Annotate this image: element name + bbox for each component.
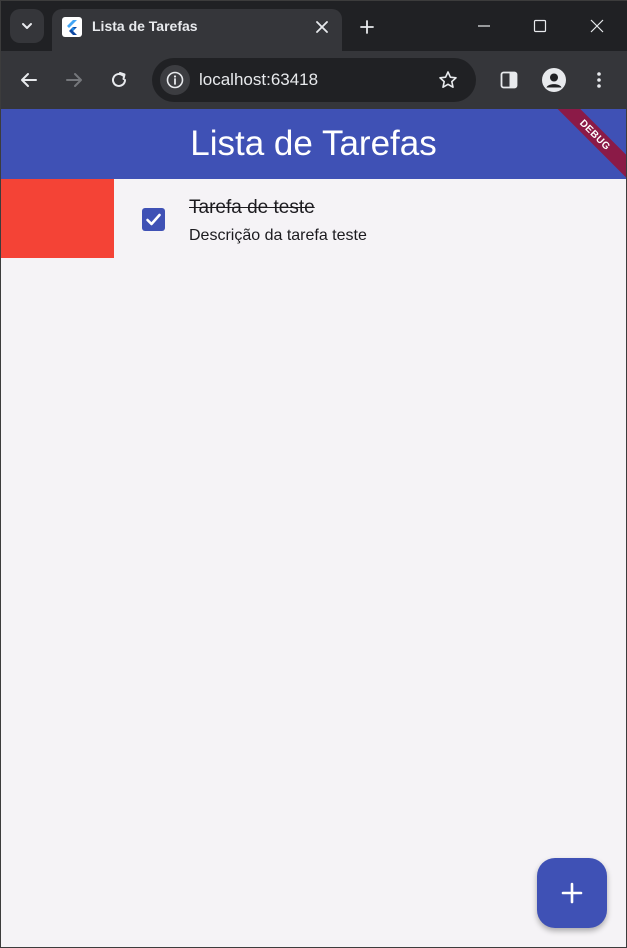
more-vertical-icon bbox=[597, 72, 601, 88]
bookmark-star-icon[interactable] bbox=[436, 68, 460, 92]
minimize-button[interactable] bbox=[464, 9, 504, 43]
browser-tab[interactable]: Lista de Tarefas bbox=[52, 9, 342, 51]
side-panel-button[interactable] bbox=[492, 63, 526, 97]
reload-icon bbox=[112, 72, 126, 87]
arrow-left-icon bbox=[21, 73, 37, 87]
app-bar: Lista de Tarefas bbox=[1, 109, 626, 179]
url-text: localhost:63418 bbox=[199, 70, 319, 89]
tab-strip: Lista de Tarefas bbox=[1, 1, 627, 51]
browser-window: Lista de Tarefas localhost:63418 Lista d… bbox=[0, 0, 627, 948]
maximize-icon bbox=[533, 19, 547, 33]
delete-swipe-background bbox=[1, 179, 114, 258]
browser-toolbar: localhost:63418 bbox=[1, 51, 627, 109]
close-icon bbox=[590, 19, 604, 33]
minimize-icon bbox=[478, 25, 490, 27]
close-window-button[interactable] bbox=[577, 9, 617, 43]
avatar-icon bbox=[542, 68, 566, 92]
page-title: Lista de Tarefas bbox=[190, 124, 437, 163]
add-task-button[interactable] bbox=[537, 858, 607, 928]
site-info-icon[interactable] bbox=[160, 65, 190, 95]
task-title: Tarefa de teste bbox=[189, 197, 315, 218]
app-viewport: Lista de Tarefas DEBUG Tarefa de teste D… bbox=[1, 109, 626, 947]
checkmark-icon bbox=[146, 213, 161, 226]
flutter-favicon-icon bbox=[62, 17, 82, 37]
menu-button[interactable] bbox=[582, 63, 616, 97]
maximize-button[interactable] bbox=[520, 9, 560, 43]
tab-search-button[interactable] bbox=[10, 9, 44, 43]
task-done-checkbox[interactable] bbox=[142, 208, 165, 231]
side-panel-icon bbox=[500, 71, 518, 89]
plus-icon bbox=[561, 882, 583, 904]
new-tab-button[interactable] bbox=[353, 13, 381, 41]
arrow-right-icon bbox=[66, 73, 82, 87]
forward-button[interactable] bbox=[57, 63, 91, 97]
reload-button[interactable] bbox=[102, 63, 136, 97]
address-bar[interactable]: localhost:63418 bbox=[152, 58, 476, 102]
task-description: Descrição da tarefa teste bbox=[189, 227, 367, 244]
tab-title: Lista de Tarefas bbox=[92, 18, 198, 34]
chevron-down-icon bbox=[22, 23, 32, 29]
task-list-item[interactable]: Tarefa de teste Descrição da tarefa test… bbox=[1, 179, 626, 259]
close-tab-icon[interactable] bbox=[312, 17, 332, 37]
back-button[interactable] bbox=[12, 63, 46, 97]
plus-icon bbox=[360, 20, 374, 34]
profile-button[interactable] bbox=[537, 63, 571, 97]
